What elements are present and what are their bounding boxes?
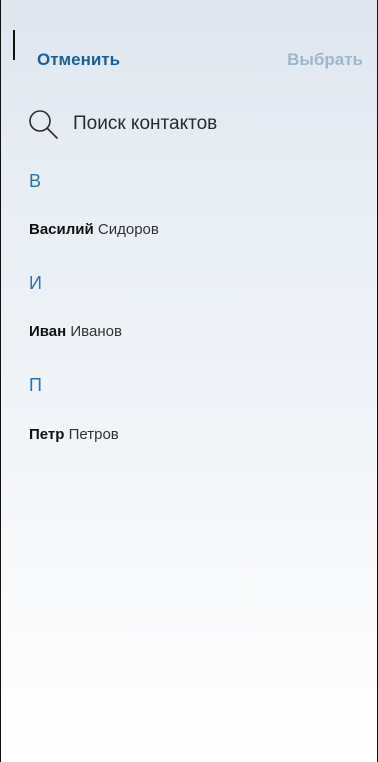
contact-row[interactable]: Иван Иванов [29,320,349,344]
contact-first-name: Петр [29,426,65,443]
nav-bar: Отменить Выбрать [1,44,377,76]
contact-first-name: Василий [29,221,94,238]
contact-row[interactable]: Петр Петров [29,423,349,447]
contact-picker-screen: Отменить Выбрать В Василий Сидоров И Ива… [0,0,378,762]
contact-row[interactable]: Василий Сидоров [29,218,349,242]
contact-last-name: Сидоров [97,221,159,238]
section-header-p: П [29,375,42,395]
search-icon [29,110,58,139]
search-input[interactable] [73,113,333,135]
select-button[interactable]: Выбрать [287,44,363,76]
search-bar[interactable] [27,104,357,144]
contact-first-name: Иван [29,323,67,340]
cancel-button[interactable]: Отменить [37,44,120,76]
section-header-i: И [29,273,42,293]
section-header-v: В [29,171,42,191]
contact-last-name: Петров [68,426,119,443]
contact-last-name: Иванов [70,323,122,340]
